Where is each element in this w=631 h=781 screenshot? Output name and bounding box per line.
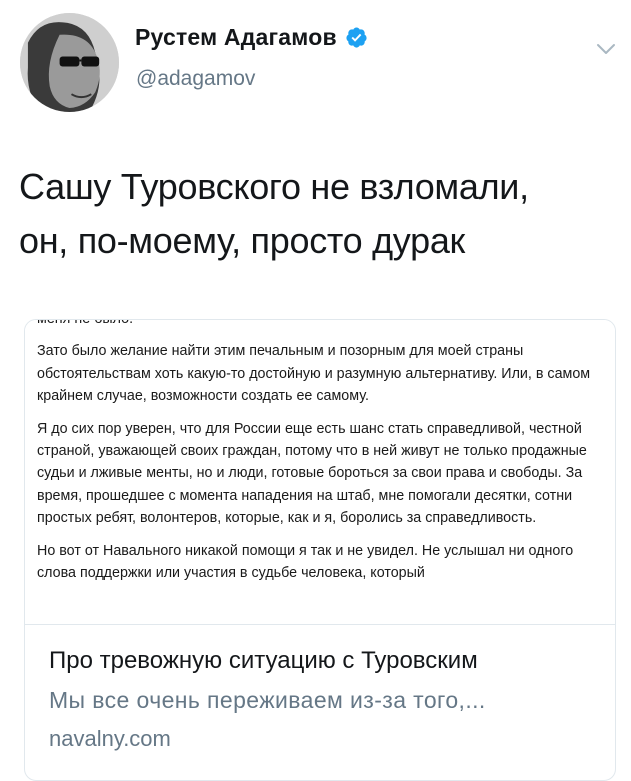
card-image-document: меня не было. Зато было желание найти эт… [37, 320, 597, 594]
tweet-text-line: он, по-моему, просто дурак [19, 220, 465, 261]
document-paragraph: меня не было. [37, 320, 597, 330]
card-title[interactable]: Про тревожную ситуацию с Туровским [49, 647, 591, 675]
document-paragraph: Но вот от Навального никакой помощи я та… [37, 542, 574, 582]
document-paragraph: Зато было желание найти этим печальным и… [37, 343, 591, 405]
card-description: Мы все очень переживаем из-за того,... [49, 687, 486, 713]
link-preview-card[interactable]: меня не было. Зато было желание найти эт… [24, 319, 616, 781]
author-display-name[interactable]: Рустем Адагамов [135, 24, 337, 51]
author-handle[interactable]: @adagamov [136, 67, 255, 91]
avatar[interactable] [20, 13, 119, 112]
tweet-text: Сашу Туровского не взломали, он, по-моем… [19, 160, 619, 268]
card-image: меня не было. Зато было желание найти эт… [25, 320, 615, 625]
verified-badge-icon [345, 26, 368, 49]
avatar-photo [20, 13, 119, 112]
document-paragraph: Я до сих пор уверен, что для России еще … [37, 420, 587, 527]
tweet-text-line: Сашу Туровского не взломали, [19, 166, 529, 207]
card-domain: navalny.com [49, 726, 171, 751]
chevron-down-icon[interactable] [595, 38, 617, 60]
